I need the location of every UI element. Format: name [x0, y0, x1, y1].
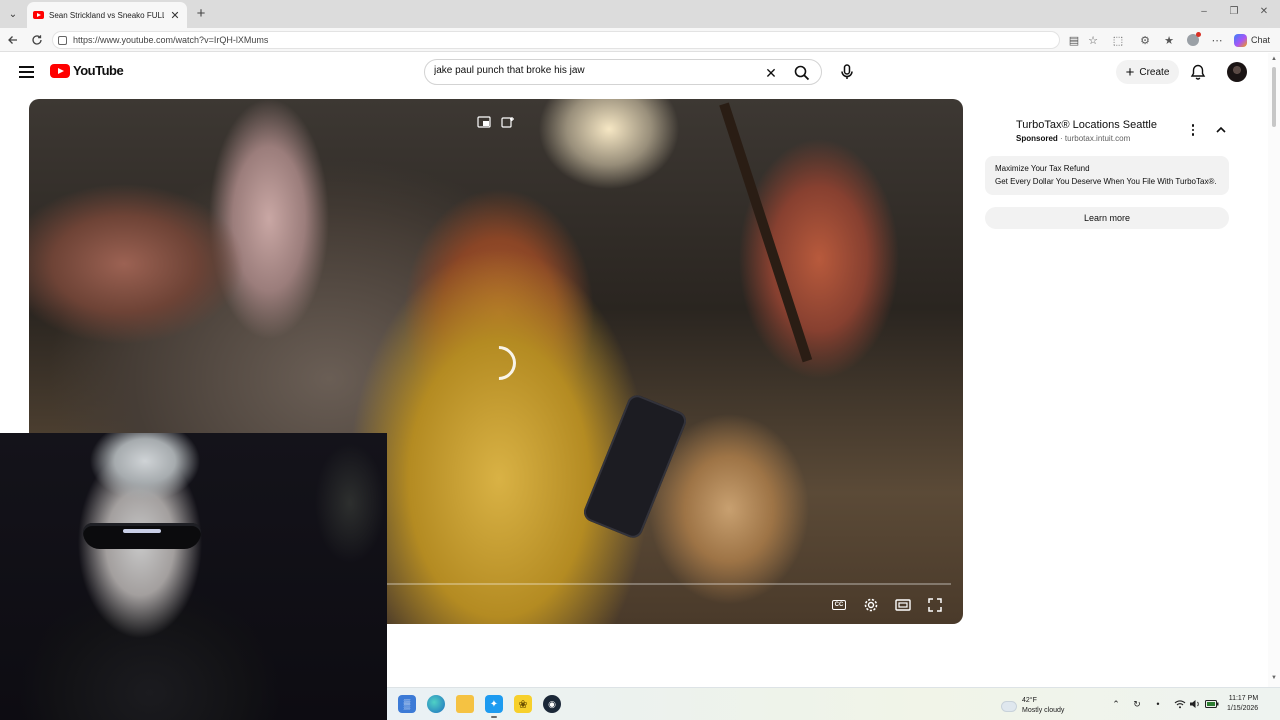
webcam-overlay: [0, 433, 387, 720]
onedrive-sync-icon[interactable]: ↻: [1130, 698, 1144, 710]
url-text: https://www.youtube.com/watch?v=IrQH-lXM…: [73, 35, 269, 45]
battery-icon[interactable]: [1205, 698, 1219, 710]
weather-description: Mostly cloudy: [1022, 707, 1065, 714]
miniplayer-icon[interactable]: [476, 115, 492, 129]
youtube-play-logo-icon: [50, 63, 70, 78]
youtube-favicon-icon: [33, 11, 44, 19]
learn-more-button[interactable]: Learn more: [985, 207, 1229, 229]
youtube-logo[interactable]: YouTube: [50, 63, 124, 78]
weather-temperature: 42°F: [1022, 697, 1037, 704]
sponsored-ad-panel: TurboTax® Locations Seattle Sponsored · …: [974, 99, 1240, 241]
ad-sponsored-label: Sponsored: [1016, 134, 1058, 143]
taskbar-clock[interactable]: 11:17 PM 1/15/2026: [1227, 694, 1258, 714]
weather-widget[interactable]: 42°F Mostly cloudy: [999, 696, 1065, 716]
search-icon[interactable]: [793, 64, 811, 82]
tab-actions-chevron-icon[interactable]: ⌄: [4, 5, 22, 23]
twitter-app-icon[interactable]: ✦: [485, 695, 503, 713]
refresh-icon[interactable]: [29, 32, 45, 48]
file-explorer-app-icon[interactable]: [456, 695, 474, 713]
address-bar[interactable]: https://www.youtube.com/watch?v=IrQH-lXM…: [52, 31, 1060, 49]
video-frame-phone: [580, 392, 690, 541]
favorite-star-icon[interactable]: ☆: [1085, 32, 1101, 48]
scroll-up-arrow-icon[interactable]: ▲: [1271, 56, 1277, 62]
clock-date: 1/15/2026: [1227, 705, 1259, 712]
restore-icon[interactable]: ❐: [1224, 6, 1244, 17]
ad-more-options-icon[interactable]: [1186, 123, 1200, 137]
profile-icon[interactable]: [1185, 32, 1201, 48]
microphone-icon[interactable]: •: [1151, 698, 1165, 710]
loading-spinner-icon: [474, 338, 524, 388]
calculator-app-icon[interactable]: ▒: [398, 695, 416, 713]
steam-app-icon[interactable]: ◉: [543, 695, 561, 713]
ad-collapse-chevron-icon[interactable]: [1214, 123, 1228, 137]
browser-menu-icon[interactable]: ⋯: [1209, 32, 1225, 48]
video-frame-guitar: [719, 102, 813, 363]
edge-app-icon[interactable]: [427, 695, 445, 713]
guide-menu-icon[interactable]: [19, 66, 34, 78]
browser-toolbar: https://www.youtube.com/watch?v=IrQH-lXM…: [0, 28, 1280, 81]
active-app-indicator: [491, 716, 497, 718]
cloudy-weather-icon: [999, 697, 1017, 712]
youtube-masthead: YouTube ✕ + Create: [0, 53, 1268, 91]
extensions-icon[interactable]: ⚙: [1137, 32, 1153, 48]
new-tab-button[interactable]: +: [192, 4, 210, 22]
ad-sponsored-line: Sponsored · turbotax.intuit.com: [1016, 134, 1130, 143]
account-avatar[interactable]: [1227, 62, 1247, 82]
window-close-icon[interactable]: ✕: [1254, 6, 1274, 17]
voice-search-mic-icon[interactable]: [838, 63, 856, 81]
clock-time: 11:17 PM: [1228, 695, 1259, 702]
page-scrollbar[interactable]: ▲ ▼: [1268, 53, 1280, 687]
back-icon[interactable]: [5, 32, 21, 48]
theater-mode-icon[interactable]: [893, 596, 913, 614]
create-label: Create: [1139, 66, 1170, 78]
split-screen-icon[interactable]: ⬚: [1110, 32, 1126, 48]
app-available-icon[interactable]: ▤: [1066, 32, 1082, 48]
notifications-bell-icon[interactable]: [1189, 63, 1207, 81]
ad-headline-card[interactable]: Maximize Your Tax Refund Get Every Dolla…: [985, 156, 1229, 195]
clear-search-icon[interactable]: ✕: [762, 64, 780, 82]
browser-tab-strip: ⌄ Sean Strickland vs Sneako FULL FIGHT ✕…: [0, 0, 1280, 28]
favorites-icon[interactable]: ★: [1161, 32, 1177, 48]
scroll-thumb[interactable]: [1272, 67, 1276, 127]
tab-close-icon[interactable]: ✕: [169, 9, 181, 22]
tab-title: Sean Strickland vs Sneako FULL FIGHT: [49, 10, 164, 20]
show-hidden-icons-chevron-icon[interactable]: ⌃: [1109, 698, 1123, 710]
fullscreen-icon[interactable]: [925, 596, 945, 614]
copilot-icon: [1234, 33, 1247, 47]
create-button[interactable]: + Create: [1116, 60, 1179, 84]
youtube-logo-text: YouTube: [73, 63, 124, 78]
ad-title[interactable]: TurboTax® Locations Seattle: [1016, 119, 1157, 131]
settings-gear-icon[interactable]: [861, 596, 881, 614]
ad-headline: Maximize Your Tax Refund: [995, 164, 1090, 173]
photos-app-icon[interactable]: ❀: [514, 695, 532, 713]
wifi-icon[interactable]: [1173, 698, 1187, 710]
add-to-queue-icon[interactable]: [500, 115, 516, 129]
plus-icon: +: [1125, 63, 1135, 81]
browser-tab-active[interactable]: Sean Strickland vs Sneako FULL FIGHT ✕: [27, 2, 187, 28]
scroll-down-arrow-icon[interactable]: ▼: [1271, 675, 1277, 681]
captions-icon[interactable]: CC: [829, 596, 849, 614]
copilot-button[interactable]: Chat: [1234, 32, 1270, 48]
ad-domain: turbotax.intuit.com: [1064, 134, 1131, 143]
minimize-icon[interactable]: –: [1194, 6, 1214, 17]
copilot-label: Chat: [1251, 35, 1271, 45]
volume-icon[interactable]: [1188, 698, 1202, 710]
windows-taskbar: ▒ ✦ ❀ ◉ 42°F Mostly cloudy ⌃ ↻ • 11:17 P…: [387, 687, 1280, 720]
webcam-sunglasses: [83, 523, 201, 549]
ad-description: Get Every Dollar You Deserve When You Fi…: [995, 177, 1219, 186]
search-input[interactable]: [434, 65, 754, 76]
search-box: ✕: [424, 59, 822, 85]
site-info-icon[interactable]: [58, 35, 67, 45]
